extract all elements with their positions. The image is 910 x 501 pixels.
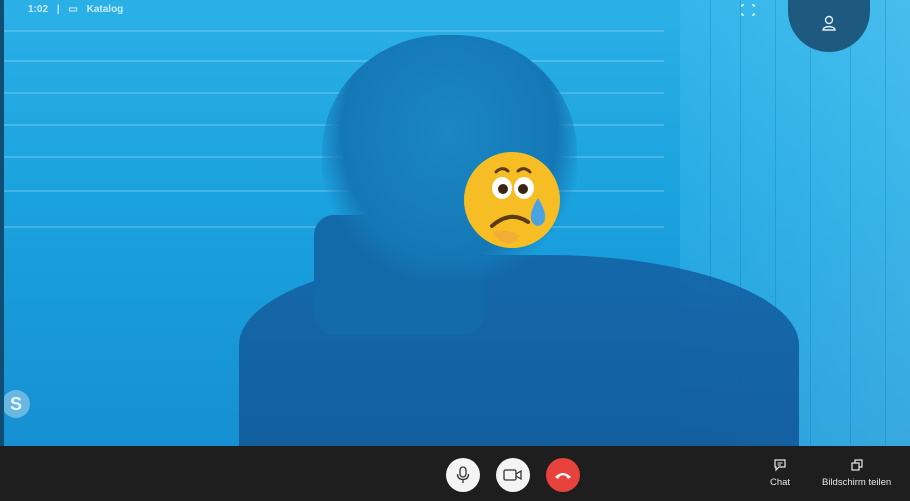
skype-logo-icon: S bbox=[2, 384, 36, 424]
chat-icon bbox=[774, 459, 786, 472]
call-info-bar: 1:02 | ▭ Katalog bbox=[28, 4, 129, 15]
video-camera-icon bbox=[503, 469, 522, 481]
blind-slat bbox=[4, 30, 664, 32]
mute-button[interactable] bbox=[446, 458, 480, 492]
blind-slat bbox=[4, 92, 664, 94]
remote-video bbox=[4, 0, 910, 446]
separator: | bbox=[56, 4, 60, 15]
chat-label: Chat bbox=[770, 477, 791, 488]
video-call-screen: 1:02 | ▭ Katalog S Chat Bildschirm teile… bbox=[0, 0, 910, 501]
svg-text:S: S bbox=[10, 394, 22, 414]
share-screen-label: Bildschirm teilen bbox=[822, 477, 892, 488]
share-screen-button[interactable]: Bildschirm teilen bbox=[822, 458, 891, 488]
phone-hangup-icon bbox=[555, 473, 571, 479]
catalog-link[interactable]: Katalog bbox=[87, 4, 124, 15]
expand-icon[interactable] bbox=[740, 3, 756, 17]
hang-up-button[interactable] bbox=[546, 458, 580, 492]
person-icon bbox=[822, 15, 836, 31]
catalog-icon: ▭ bbox=[68, 4, 78, 15]
share-screen-icon bbox=[850, 459, 863, 471]
sad-tear-emoji-icon bbox=[462, 150, 562, 250]
blind-slat bbox=[4, 60, 664, 62]
video-toggle-button[interactable] bbox=[496, 458, 530, 492]
chat-button[interactable]: Chat bbox=[770, 458, 790, 488]
microphone-icon bbox=[456, 466, 470, 483]
call-duration: 1:02 bbox=[28, 4, 49, 15]
